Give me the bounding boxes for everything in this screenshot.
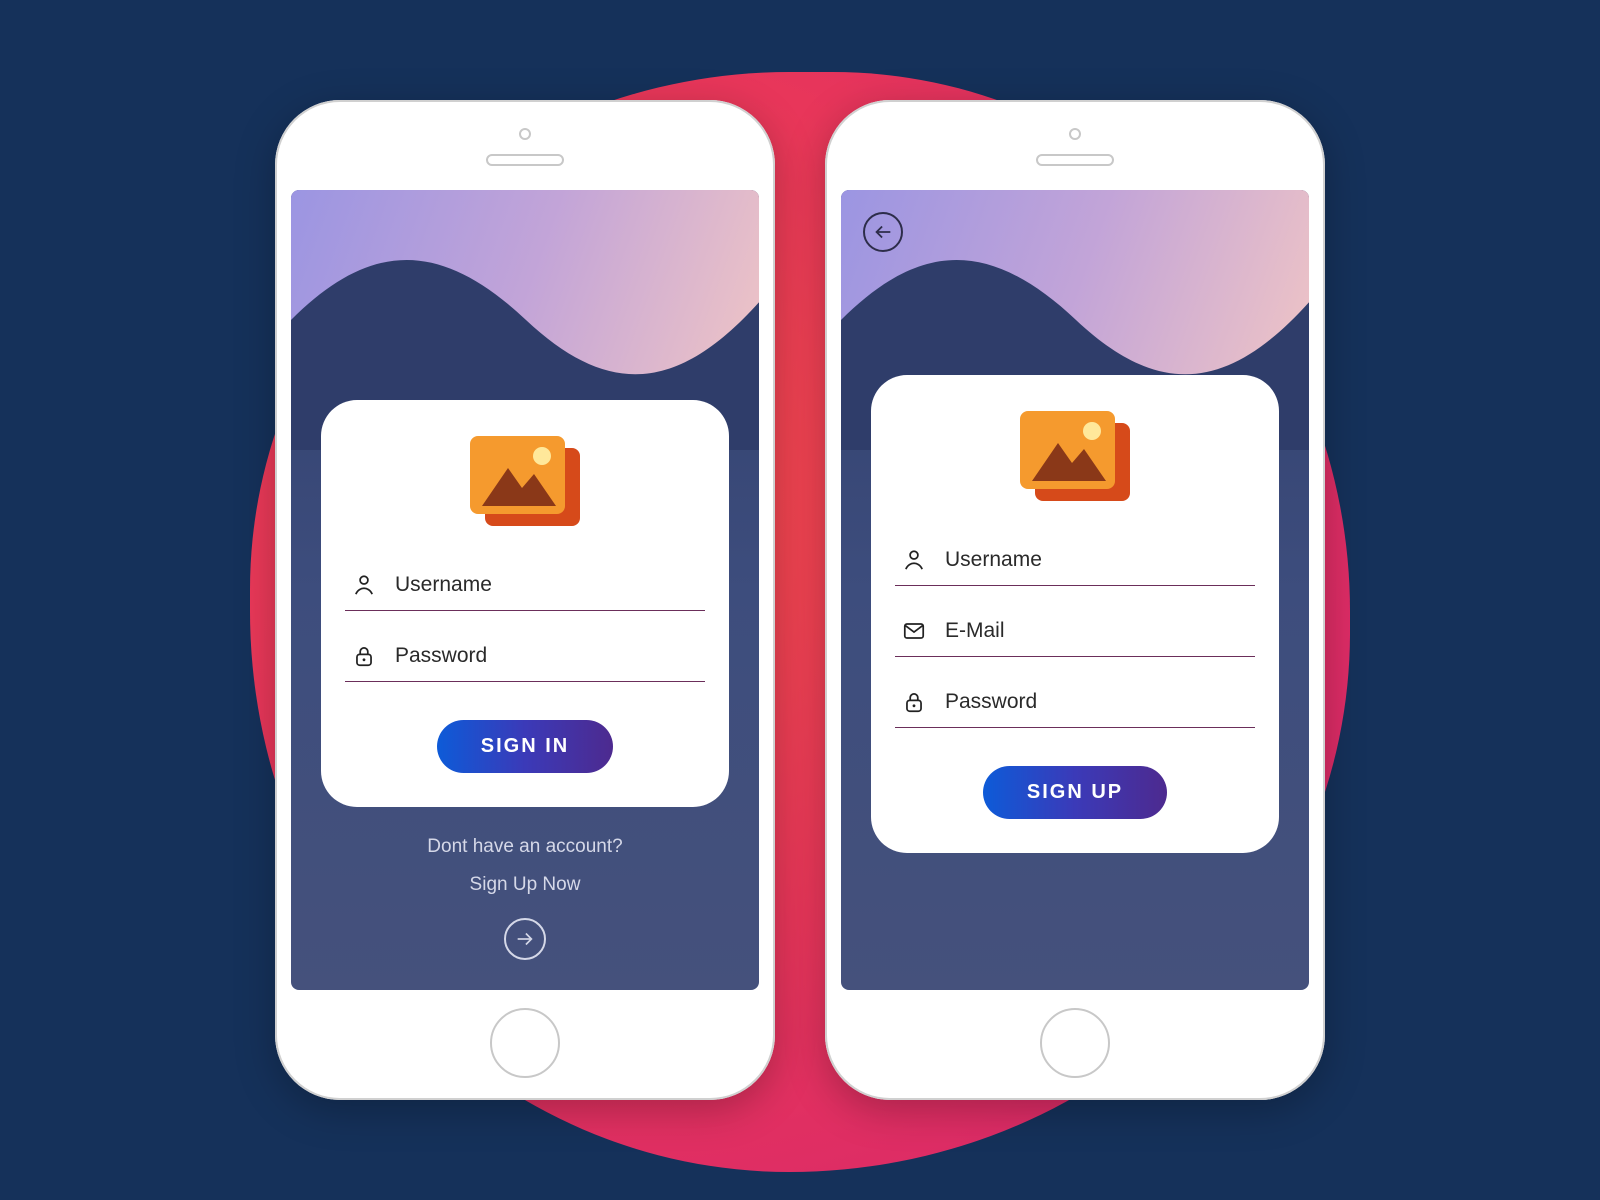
phone-hardware-top [1036, 128, 1114, 166]
signup-arrow-button[interactable] [504, 918, 546, 960]
signup-card: Username E-Mail Password [871, 375, 1279, 853]
email-label: E-Mail [945, 619, 1005, 643]
email-field[interactable]: E-Mail [895, 604, 1255, 657]
image-placeholder-icon [460, 428, 590, 538]
phone-camera [519, 128, 531, 140]
screen-signin: Username Password SIGN IN Dont have an a… [291, 190, 759, 990]
phone-mockups-container: Username Password SIGN IN Dont have an a… [275, 100, 1325, 1100]
password-label: Password [395, 644, 487, 668]
username-label: Username [945, 548, 1042, 572]
phone-home-button [490, 1008, 560, 1078]
signin-button[interactable]: SIGN IN [437, 720, 613, 773]
phone-hardware-top [486, 128, 564, 166]
signin-card: Username Password SIGN IN [321, 400, 729, 807]
user-icon [901, 547, 927, 573]
user-icon [351, 572, 377, 598]
password-label: Password [945, 690, 1037, 714]
screen-signup: Username E-Mail Password [841, 190, 1309, 990]
lock-icon [351, 643, 377, 669]
username-field[interactable]: Username [895, 533, 1255, 586]
phone-speaker [486, 154, 564, 166]
username-label: Username [395, 573, 492, 597]
forward-arrow-icon [514, 928, 536, 950]
password-field[interactable]: Password [895, 675, 1255, 728]
no-account-text: Dont have an account? [291, 836, 759, 858]
back-button[interactable] [863, 212, 903, 252]
phone-signup: Username E-Mail Password [825, 100, 1325, 1100]
password-field[interactable]: Password [345, 629, 705, 682]
signup-button[interactable]: SIGN UP [983, 766, 1167, 819]
lock-icon [901, 689, 927, 715]
phone-camera [1069, 128, 1081, 140]
phone-home-button [1040, 1008, 1110, 1078]
back-arrow-icon [872, 221, 894, 243]
image-placeholder-icon [1010, 403, 1140, 513]
mail-icon [901, 618, 927, 644]
phone-speaker [1036, 154, 1114, 166]
phone-signin: Username Password SIGN IN Dont have an a… [275, 100, 775, 1100]
username-field[interactable]: Username [345, 558, 705, 611]
signup-now-link[interactable]: Sign Up Now [291, 874, 759, 896]
